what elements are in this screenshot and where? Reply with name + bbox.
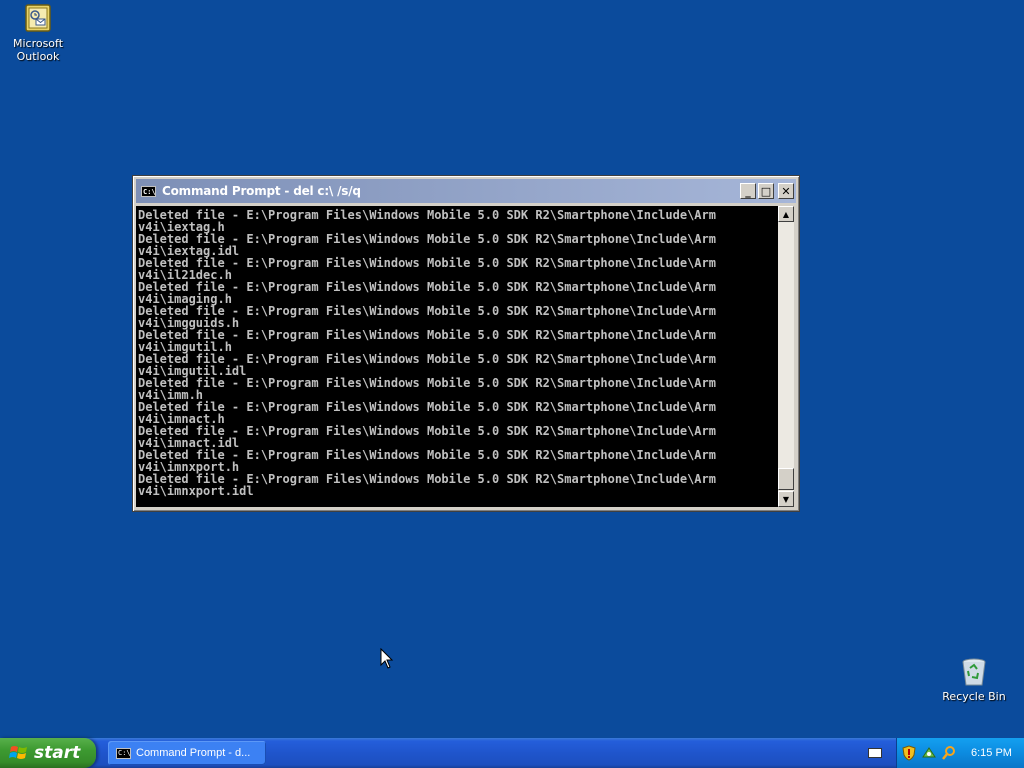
desktop-icon-label: Recycle Bin <box>942 690 1006 703</box>
desktop-icon-recycle-bin[interactable]: Recycle Bin <box>936 656 1012 703</box>
desktop-icon-outlook[interactable]: Microsoft Outlook <box>0 3 76 63</box>
recycle-bin-icon <box>958 656 990 688</box>
clock[interactable]: 6:15 PM <box>971 747 1012 759</box>
window-titlebar[interactable]: C:\ Command Prompt - del c:\ /s/q _ □ ✕ <box>136 179 796 203</box>
chevron-up-icon: ▲ <box>782 209 790 219</box>
windows-logo-icon <box>9 746 27 759</box>
command-prompt-window[interactable]: C:\ Command Prompt - del c:\ /s/q _ □ ✕ … <box>132 175 800 512</box>
maximize-icon: □ <box>760 184 772 198</box>
window-title: Command Prompt - del c:\ /s/q <box>162 184 361 198</box>
mouse-cursor-icon <box>380 648 394 669</box>
outlook-icon <box>22 3 54 35</box>
maximize-button[interactable]: □ <box>758 183 774 199</box>
start-button[interactable]: start <box>0 738 96 768</box>
console-icon[interactable]: C:\ <box>141 185 156 197</box>
keyboard-icon[interactable] <box>868 748 882 758</box>
console-line: v4i\imnxport.idl <box>138 484 254 498</box>
scroll-down-button[interactable]: ▼ <box>778 491 794 507</box>
system-tray: 6:15 PM <box>896 738 1024 768</box>
shield-icon[interactable] <box>901 745 917 761</box>
taskbar-item-label: Command Prompt - d... <box>136 747 251 759</box>
vertical-scrollbar[interactable]: ▲ ▼ <box>778 206 794 507</box>
console-text: Deleted file - E:\Program Files\Windows … <box>136 206 778 497</box>
console-line: Deleted file - E:\Program Files\Windows … <box>138 376 716 390</box>
start-label: start <box>34 743 81 763</box>
desktop: Microsoft Outlook Recycle Bin C:\ Comman… <box>0 0 1024 738</box>
minimize-button[interactable]: _ <box>740 183 756 199</box>
scroll-up-button[interactable]: ▲ <box>778 206 794 222</box>
search-icon[interactable] <box>941 745 957 761</box>
console-output[interactable]: Deleted file - E:\Program Files\Windows … <box>136 206 778 507</box>
minimize-icon: _ <box>745 184 751 198</box>
taskbar: start C:\ Command Prompt - d... 6:15 PM <box>0 738 1024 768</box>
network-icon[interactable] <box>921 745 937 761</box>
close-icon: ✕ <box>781 184 791 198</box>
chevron-down-icon: ▼ <box>782 494 790 504</box>
close-button[interactable]: ✕ <box>778 183 794 199</box>
scroll-thumb[interactable] <box>778 468 794 490</box>
desktop-icon-label: Microsoft Outlook <box>12 37 64 63</box>
console-icon: C:\ <box>116 747 131 759</box>
taskbar-item-command-prompt[interactable]: C:\ Command Prompt - d... <box>108 741 266 765</box>
